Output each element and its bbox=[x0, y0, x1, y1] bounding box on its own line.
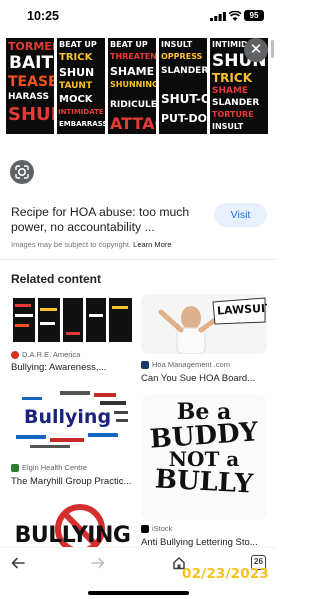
learn-more-link[interactable]: Learn More bbox=[133, 240, 171, 249]
letter-u: BEAT UP TRICK SHUN TAUNT MOCK INTIMIDATE… bbox=[57, 38, 105, 134]
related-caption-1[interactable]: Bullying: Awareness,... bbox=[11, 362, 135, 373]
related-image-2[interactable]: LAWSUIT bbox=[141, 294, 267, 354]
date-stamp: 02/23/2023 bbox=[182, 566, 270, 582]
related-image-4[interactable]: Be a BUDDY NOT a BULLY bbox=[141, 395, 267, 520]
copyright-text: Images may be subject to copyright. bbox=[11, 240, 132, 249]
letter-l2: INSULT OPPRESS SLANDER SHUT-OUT PUT-DOWN bbox=[159, 38, 207, 134]
bullying-wordcloud-text: Bullying bbox=[24, 406, 112, 428]
letter-l1: BEAT UP THREATEN SHAME SHUNNING RIDICULE… bbox=[108, 38, 156, 134]
bully-word-art: TORMENT BAIT TEASE HARASS SHUN BEAT UP T… bbox=[6, 38, 268, 134]
battery-icon: 95 bbox=[244, 10, 264, 21]
related-image-5[interactable]: BULLYING bbox=[10, 497, 135, 547]
back-arrow-icon[interactable] bbox=[11, 557, 25, 569]
related-source-3: Elgin Health Centre bbox=[11, 463, 87, 472]
related-heading: Related content bbox=[11, 272, 102, 286]
elgin-favicon bbox=[11, 463, 19, 472]
bullying-text: BULLYING bbox=[14, 523, 131, 547]
istock-favicon bbox=[141, 524, 149, 533]
letter-b: TORMENT BAIT TEASE HARASS SHUN bbox=[6, 38, 54, 134]
status-time: 10:25 bbox=[27, 9, 59, 23]
copyright-notice: Images may be subject to copyright. Lear… bbox=[11, 240, 172, 249]
hero-image[interactable]: TORMENT BAIT TEASE HARASS SHUN BEAT UP T… bbox=[0, 32, 277, 136]
lens-button[interactable] bbox=[10, 160, 34, 184]
related-image-3[interactable]: Bullying bbox=[10, 383, 135, 457]
related-caption-2[interactable]: Can You Sue HOA Board... bbox=[141, 373, 267, 384]
related-source-1: D.A.R.E. America bbox=[11, 350, 80, 359]
related-source-4: iStock bbox=[141, 524, 172, 533]
bully-art-thumb bbox=[10, 294, 135, 346]
lens-icon bbox=[15, 165, 29, 179]
close-icon: ✕ bbox=[249, 41, 263, 58]
forward-arrow-icon[interactable] bbox=[91, 557, 105, 569]
related-caption-3[interactable]: The Maryhill Group Practic... bbox=[11, 476, 135, 487]
home-indicator[interactable] bbox=[88, 591, 189, 595]
signal-icon bbox=[210, 12, 226, 21]
scrollbar[interactable] bbox=[271, 40, 274, 58]
wifi-icon bbox=[229, 11, 241, 21]
hoa-favicon bbox=[141, 360, 149, 369]
status-bar: 10:25 95 bbox=[0, 0, 277, 30]
close-button[interactable]: ✕ bbox=[244, 38, 268, 62]
related-image-1[interactable] bbox=[10, 294, 135, 346]
related-source-2: Hoa Management .com bbox=[141, 360, 230, 369]
divider bbox=[0, 259, 277, 260]
dare-favicon bbox=[11, 350, 19, 359]
visit-button[interactable]: Visit bbox=[214, 203, 267, 227]
result-title[interactable]: Recipe for HOA abuse: too much power, no… bbox=[11, 205, 201, 235]
lawsuit-sign-text: LAWSUIT bbox=[216, 301, 267, 318]
buddy-lettering: Be a BUDDY NOT a BULLY bbox=[148, 399, 260, 500]
